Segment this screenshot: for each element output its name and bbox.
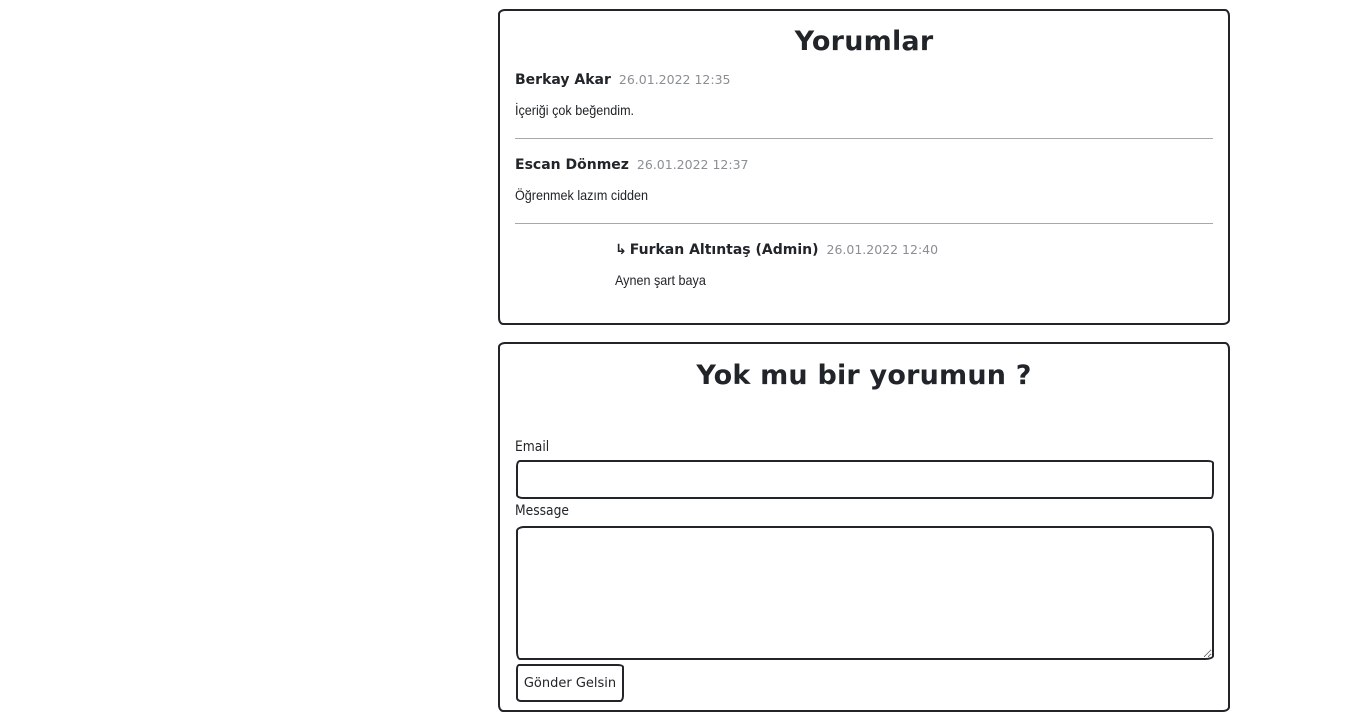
reply-arrow-icon: ↳	[615, 242, 627, 258]
comments-title: Yorumlar	[794, 26, 934, 57]
submit-button[interactable]: Gönder Gelsin	[516, 664, 624, 702]
comment-author: Furkan Altıntaş (Admin)	[629, 242, 819, 258]
comment-divider	[515, 223, 1213, 224]
comment-text: Aynen şart baya	[615, 272, 706, 288]
comment-date: 26.01.2022 12:40	[826, 242, 939, 257]
form-title: Yok mu bir yorumun ?	[696, 360, 1032, 391]
comment-author: Escan Dönmez	[515, 157, 629, 173]
comment-divider	[515, 138, 1213, 139]
comments-card: Yorumlar Berkay Akar 26.01.2022 12:35 İçe…	[498, 9, 1230, 325]
comment-reply-item: ↳ Furkan Altıntaş (Admin) 26.01.2022 12:40…	[615, 241, 1213, 288]
message-textarea[interactable]	[516, 526, 1214, 660]
comment-text: Öğrenmek lazım cidden	[515, 187, 649, 203]
comment-author: Berkay Akar	[515, 72, 611, 88]
email-field[interactable]	[516, 460, 1214, 499]
email-label: Email	[515, 439, 550, 455]
comment-date: 26.01.2022 12:35	[618, 72, 731, 87]
comment-item: Berkay Akar 26.01.2022 12:35 İçeriği çok …	[515, 71, 1213, 118]
comment-text: İçeriği çok beğendim.	[515, 102, 635, 118]
message-label: Message	[515, 503, 569, 519]
comment-date: 26.01.2022 12:37	[636, 157, 749, 172]
comment-item: Escan Dönmez 26.01.2022 12:37 Öğrenmek la…	[515, 156, 1213, 203]
comment-form-card: Yok mu bir yorumun ? Email Message Gönde…	[498, 342, 1230, 712]
